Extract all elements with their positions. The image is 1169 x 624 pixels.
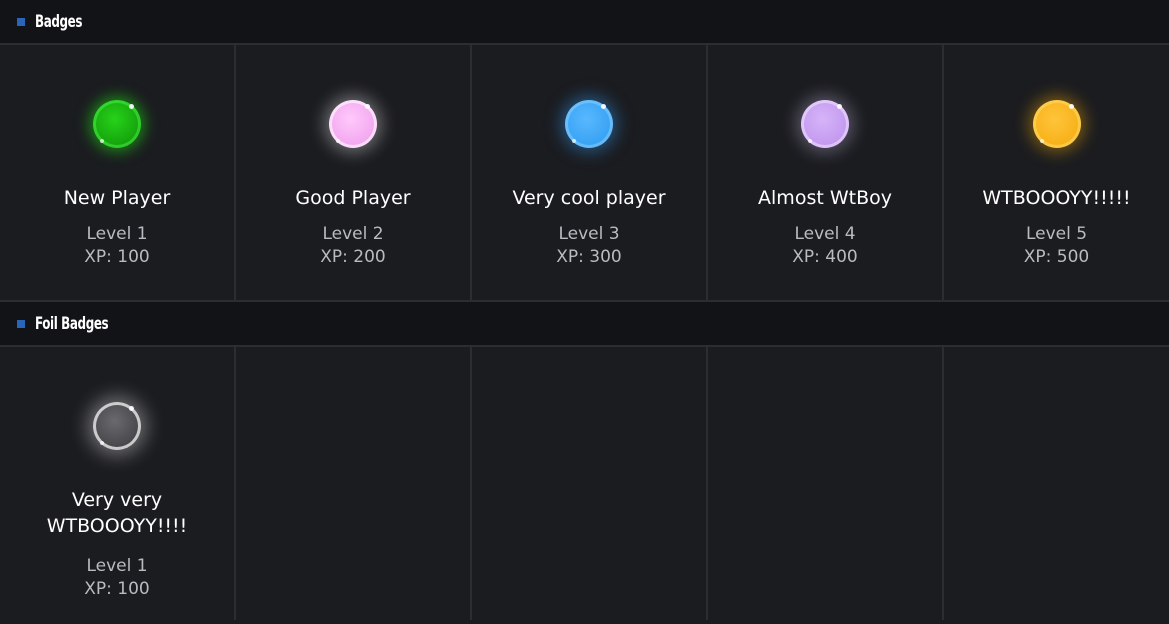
badge-level: Level 5 [1025, 224, 1088, 244]
badge-name: New Player [63, 187, 171, 209]
gold-gem-icon [1032, 100, 1081, 148]
badge-card[interactable]: Very cool player Level 3 XP: 300 [472, 45, 708, 300]
empty-badge-slot [944, 347, 1169, 620]
badges-section-header: Badges [0, 0, 1169, 45]
section-marker-icon [17, 17, 25, 26]
badge-name: WTBOOOYY!!!!! [982, 187, 1131, 209]
blue-gem-icon [565, 100, 613, 148]
empty-badge-slot [472, 347, 708, 620]
badge-name: Almost WtBoy [758, 187, 892, 209]
silver-gem-icon [93, 402, 141, 450]
foil-section-header: Foil Badges [0, 302, 1169, 347]
badge-xp: XP: 400 [792, 247, 858, 267]
badge-xp: XP: 300 [556, 247, 622, 267]
badge-level: Level 4 [794, 224, 856, 244]
badge-card[interactable]: New Player Level 1 XP: 100 [0, 45, 236, 300]
badge-level: Level 1 [86, 556, 148, 576]
foil-badge-card[interactable]: Very very WTBOOOYY!!!! Level 1 XP: 100 [0, 347, 236, 620]
purple-gem-icon [801, 100, 849, 148]
badge-name: Very very WTBOOOYY!!!! [46, 489, 188, 537]
badge-xp: XP: 100 [84, 579, 150, 599]
badge-card[interactable]: Almost WtBoy Level 4 XP: 400 [708, 45, 944, 300]
section-title-foil-badges: Foil Badges [35, 313, 109, 334]
badge-xp: XP: 500 [1023, 247, 1090, 267]
section-marker-icon [17, 319, 25, 328]
pink-gem-icon [329, 100, 377, 148]
badges-grid: New Player Level 1 XP: 100 Good Player L… [0, 45, 1169, 302]
badge-name: Good Player [295, 187, 411, 209]
badge-xp: XP: 200 [320, 247, 386, 267]
empty-badge-slot [708, 347, 944, 620]
badge-card[interactable]: Good Player Level 2 XP: 200 [236, 45, 472, 300]
badge-level: Level 3 [558, 224, 620, 244]
badge-name: Very cool player [512, 187, 666, 209]
badge-card[interactable]: WTBOOOYY!!!!! Level 5 XP: 500 [944, 45, 1169, 300]
green-gem-icon [93, 100, 141, 148]
empty-badge-slot [236, 347, 472, 620]
foil-badges-grid: Very very WTBOOOYY!!!! Level 1 XP: 100 [0, 347, 1169, 620]
badge-xp: XP: 100 [84, 247, 150, 267]
badge-level: Level 2 [322, 224, 384, 244]
badge-level: Level 1 [86, 224, 148, 244]
section-title-badges: Badges [35, 11, 83, 32]
